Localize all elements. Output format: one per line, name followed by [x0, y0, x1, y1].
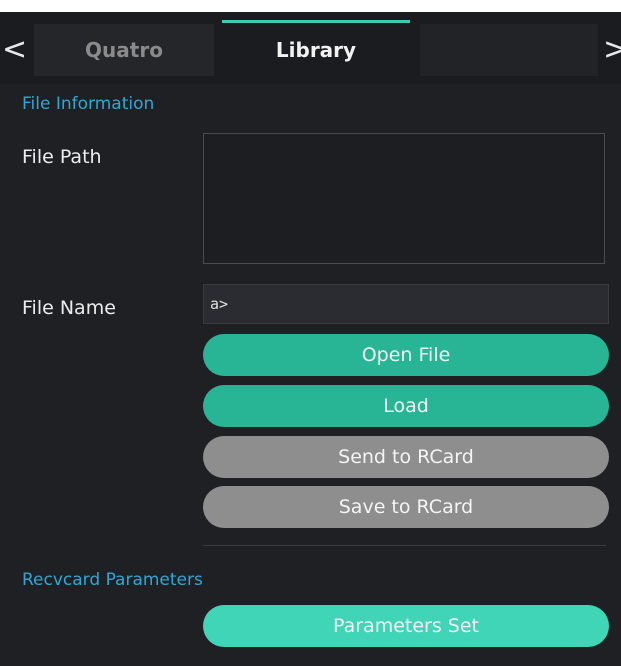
file-name-label: File Name	[22, 297, 116, 319]
tab-bar: < Quatro Library >	[0, 12, 621, 84]
bottom-strip	[0, 658, 621, 666]
tab-empty[interactable]	[420, 24, 598, 76]
tab-quatro-label: Quatro	[85, 38, 163, 62]
send-to-rcard-button[interactable]: Send to RCard	[203, 436, 609, 478]
section-divider	[203, 545, 606, 546]
file-information-title: File Information	[22, 94, 155, 114]
tab-quatro[interactable]: Quatro	[34, 24, 214, 76]
active-tab-indicator	[222, 20, 410, 23]
tab-library[interactable]: Library	[218, 20, 414, 76]
file-path-label: File Path	[22, 146, 102, 168]
chevron-right-icon[interactable]: >	[603, 30, 621, 70]
file-name-field[interactable]: a>	[203, 284, 609, 324]
load-button[interactable]: Load	[203, 385, 609, 427]
library-panel: < Quatro Library > File Information File…	[0, 0, 621, 666]
tab-library-label: Library	[275, 38, 357, 62]
recvcard-parameters-title: Recvcard Parameters	[22, 570, 203, 590]
file-path-field[interactable]	[203, 133, 605, 264]
top-strip	[0, 0, 621, 12]
chevron-left-icon[interactable]: <	[2, 30, 27, 70]
save-to-rcard-button[interactable]: Save to RCard	[203, 486, 609, 528]
parameters-set-button[interactable]: Parameters Set	[203, 605, 609, 647]
open-file-button[interactable]: Open File	[203, 334, 609, 376]
